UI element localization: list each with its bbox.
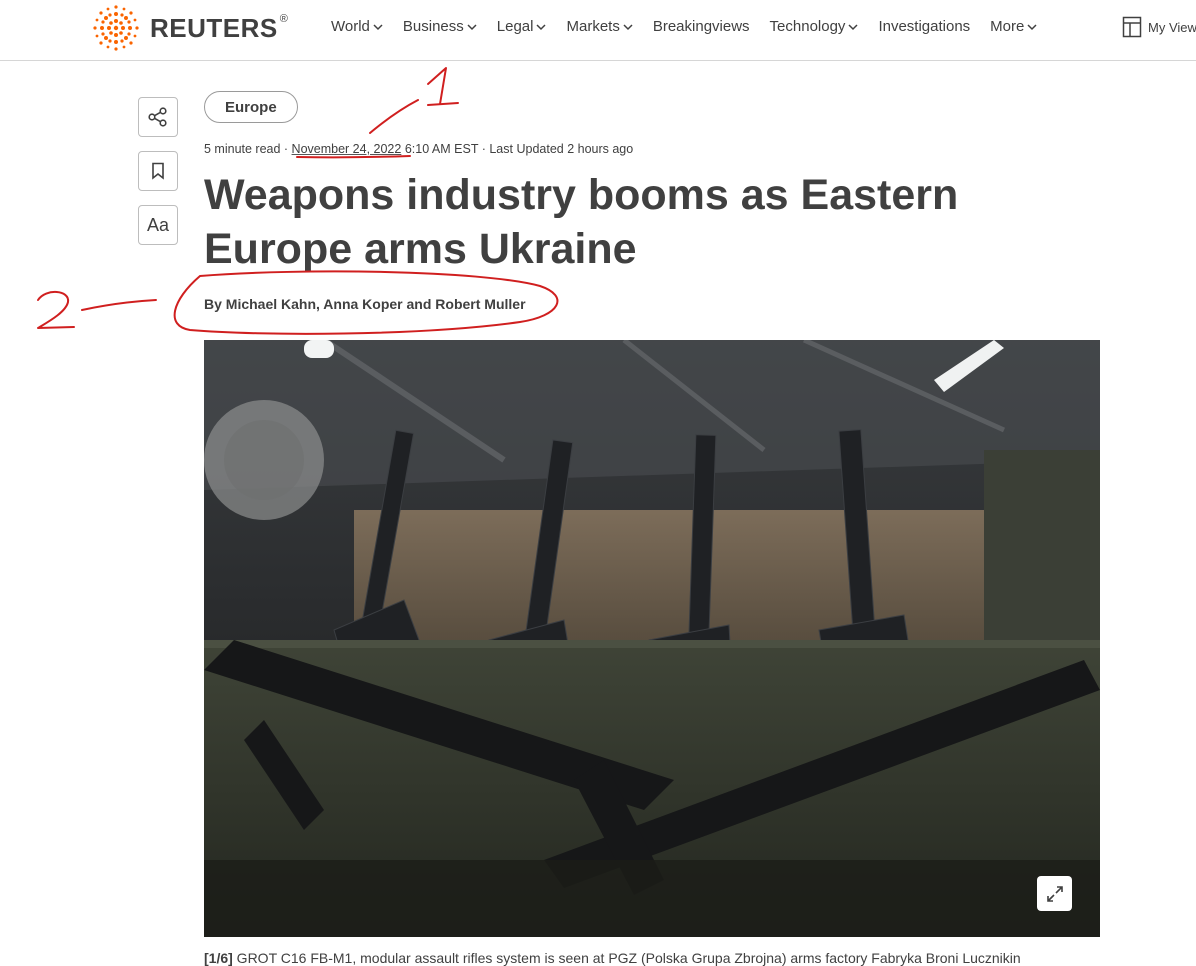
my-view-button[interactable]: My View (1122, 16, 1196, 38)
main-nav: World Business Legal Markets Breakingvie… (331, 18, 1057, 35)
reuters-wordmark: REUTERS ® (150, 12, 289, 43)
layout-icon (1122, 16, 1142, 38)
read-time: 5 minute read (204, 142, 281, 156)
arrow-2-annotation (81, 299, 157, 311)
my-view-label: My View (1148, 19, 1196, 35)
arrow-1-annotation (369, 99, 419, 134)
section-tag-europe[interactable]: Europe (204, 91, 298, 123)
share-icon (148, 107, 167, 127)
publish-time: 6:10 AM EST (401, 142, 479, 156)
bookmark-icon (152, 162, 164, 180)
expand-icon (1046, 885, 1063, 902)
nav-item-breakingviews[interactable]: Breakingviews (653, 18, 750, 35)
photo-caption: [1/6] GROT C16 FB-M1, modular assault ri… (204, 950, 1021, 966)
reuters-logo-icon (93, 5, 139, 51)
nav-item-legal[interactable]: Legal (497, 18, 547, 35)
publish-date: November 24, 2022 (291, 142, 402, 156)
article-photo[interactable] (204, 340, 1100, 937)
nav-item-world[interactable]: World (331, 18, 383, 35)
bookmark-button[interactable] (138, 151, 178, 191)
chevron-down-icon (1027, 23, 1037, 30)
expand-photo-button[interactable] (1037, 876, 1072, 911)
nav-item-technology[interactable]: Technology (770, 18, 859, 35)
caption-index: [1/6] (204, 950, 233, 966)
nav-item-more[interactable]: More (990, 18, 1037, 35)
article-meta: 5 minute read · November 24, 2022 6:10 A… (204, 142, 634, 156)
article-headline: Weapons industry booms as Eastern Europe… (204, 171, 959, 273)
nav-item-investigations[interactable]: Investigations (878, 18, 970, 35)
byline[interactable]: By Michael Kahn, Anna Koper and Robert M… (204, 296, 526, 312)
nav-item-markets[interactable]: Markets (566, 18, 633, 35)
chevron-down-icon (623, 23, 633, 30)
top-navigation-bar: REUTERS ® World Business Legal Markets Br… (0, 0, 1196, 61)
last-updated: Last Updated 2 hours ago (489, 142, 634, 156)
text-size-label: Aa (146, 214, 170, 235)
share-button[interactable] (138, 97, 178, 137)
reuters-logo[interactable]: REUTERS ® (92, 5, 289, 51)
chevron-down-icon (467, 23, 477, 30)
chevron-down-icon (848, 23, 858, 30)
rifles-photo-illustration (204, 340, 1100, 937)
annotation-numeral-1 (427, 67, 447, 105)
caption-text: GROT C16 FB-M1, modular assault rifles s… (232, 950, 1021, 966)
date-underline-annotation (296, 155, 411, 159)
text-size-button[interactable]: Aa (138, 205, 178, 245)
chevron-down-icon (373, 23, 383, 30)
annotation-numeral-2 (37, 291, 75, 329)
chevron-down-icon (536, 23, 547, 30)
nav-item-business[interactable]: Business (403, 18, 477, 35)
